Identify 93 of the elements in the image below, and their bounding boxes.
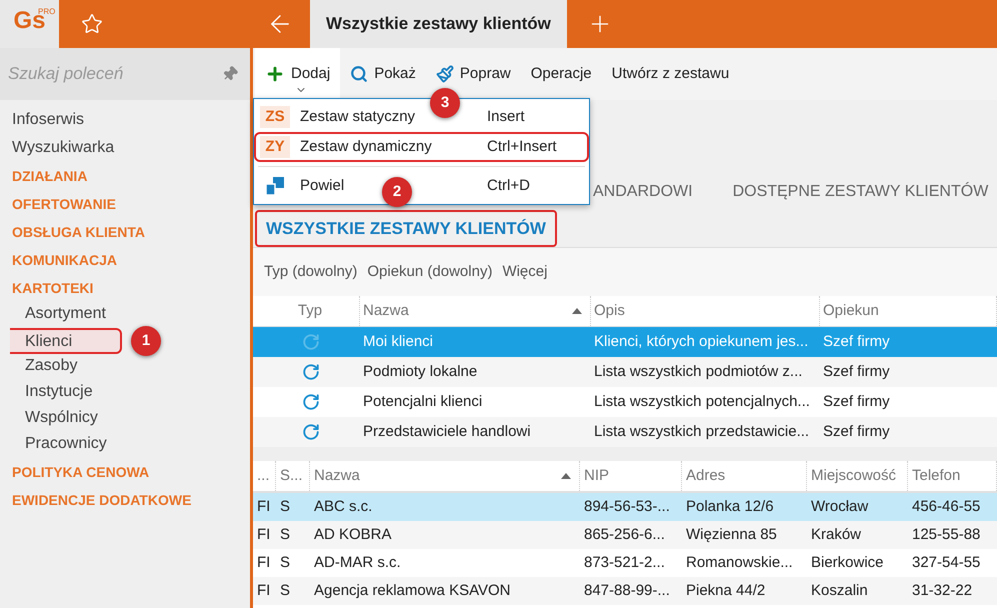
table-cell-text: Wrocław [810, 496, 870, 517]
table-cell-text: FI [256, 552, 272, 573]
table-cell-text: Lista wszystkich podmiotów z... [593, 362, 804, 382]
document-tab[interactable]: Wszystkie zestawy klientów [310, 0, 567, 48]
table-cell-text: AD-MAR s.c. [313, 552, 402, 573]
set-row[interactable]: Podmioty lokalne Lista wszystkich podmiotów z... Szef firmy [253, 357, 997, 387]
column-header[interactable]: ... [257, 464, 270, 488]
table-cell-text: Podmioty lokalne [362, 362, 478, 382]
table-cell-text: 865-256-6... [583, 524, 666, 545]
search-icon [350, 65, 368, 83]
nav-link[interactable]: Instytucje [10, 380, 93, 406]
toolbar-button[interactable]: Pokaż [340, 48, 426, 100]
table-cell-text: Koszalin [810, 580, 869, 601]
dynamic-set-icon [302, 333, 320, 351]
table-cell-text: 456-46-55 [911, 496, 982, 517]
column-header[interactable]: Adres [686, 464, 726, 488]
dynamic-set-icon [302, 423, 320, 441]
table-cell-text: 873-521-2... [583, 552, 666, 573]
nav-link[interactable]: Wspólnicy [10, 406, 98, 432]
filter-link[interactable]: Typ (dowolny) [264, 260, 358, 284]
brush-icon [436, 65, 454, 83]
table-cell-text: FI [256, 496, 272, 517]
nav-link[interactable]: Pracownicy [10, 432, 107, 458]
client-row[interactable]: FI S Agencja reklamowa KSAVON 847-88-99-... Piekna 44/2 Koszalin 31-32-22 [253, 577, 997, 605]
column-header[interactable]: Telefon [912, 464, 960, 488]
view-tab[interactable]: DOSTĘPNE ZESTAWY KLIENTÓW [732, 174, 988, 210]
nav-link[interactable]: Infoserwis [0, 106, 250, 134]
sort-arrow-icon [572, 308, 582, 314]
table-cell-text: FI [256, 580, 272, 601]
toolbar-button[interactable]: Dodaj [255, 48, 340, 100]
table-cell-text: 847-88-99-... [583, 580, 671, 601]
client-row[interactable]: FI S ABC s.c. 894-56-53-... Polanka 12/6 Wrocław 456-46-55 [253, 493, 997, 521]
table-cell-text: Więzienna 85 [685, 524, 778, 545]
sort-arrow-icon [561, 473, 571, 479]
menu-item[interactable]: ZY Zestaw dynamiczny Ctrl+Insert [254, 132, 589, 162]
table-cell-text: Klienci, których opiekunem jes... [593, 332, 810, 352]
column-header[interactable]: Nazwa [314, 464, 360, 488]
view-tab[interactable]: ANDARDOWI [593, 174, 693, 210]
table-cell-text: S [279, 580, 292, 601]
filter-link[interactable]: Opiekun (dowolny) [367, 260, 492, 284]
table-cell-text: Romanowskie... [685, 552, 794, 573]
set-code-icon: ZY [260, 136, 290, 158]
section-heading: WSZYSTKIE ZESTAWY KLIENTÓW [255, 210, 557, 248]
table-cell-text: S [279, 496, 292, 517]
nav-link[interactable]: Klienci [10, 328, 122, 354]
column-header[interactable]: Typ [298, 300, 322, 322]
table-cell-text: 31-32-22 [911, 580, 974, 601]
duplicate-icon [266, 177, 284, 195]
table-cell-text: S [279, 552, 292, 573]
table-cell-text: 894-56-53-... [583, 496, 671, 517]
filter-link[interactable]: Więcej [502, 260, 548, 284]
table-cell-text: Agencja reklamowa KSAVON [313, 580, 512, 601]
column-header[interactable]: NIP [584, 464, 610, 488]
command-search-field[interactable]: Szukaj poleceń [0, 48, 250, 100]
table-cell-text: Szef firmy [822, 422, 891, 442]
table-cell-text: 125-55-88 [911, 524, 982, 545]
table-cell-text: Kraków [810, 524, 862, 545]
app-logo: GsPRO [0, 0, 59, 48]
table-cell-text: Piekna 44/2 [685, 580, 766, 601]
column-header[interactable]: Opiekun [823, 300, 879, 322]
toolbar-button[interactable]: Operacje [520, 48, 602, 100]
search-input[interactable]: Szukaj poleceń [8, 61, 222, 87]
column-header[interactable]: Miejscowość [811, 464, 896, 488]
column-header[interactable]: S... [280, 464, 303, 488]
nav-link[interactable]: Zasoby [10, 354, 78, 380]
step-badge: 3 [430, 88, 460, 118]
table-cell-text: Lista wszystkich przedstawicie... [593, 422, 810, 442]
toolbar-button[interactable]: Utwórz z zestawu [602, 48, 740, 100]
nav-link[interactable]: Wyszukiwarka [0, 134, 250, 162]
dynamic-set-icon [302, 393, 320, 411]
table-cell-text: Szef firmy [822, 362, 891, 382]
table-cell-text: 327-54-55 [911, 552, 982, 573]
table-cell-text: ABC s.c. [313, 496, 374, 517]
table-cell-text: Bierkowice [810, 552, 885, 573]
column-header[interactable]: Opis [594, 300, 625, 322]
nav-link[interactable]: Asortyment [10, 302, 106, 328]
dynamic-set-icon [302, 363, 320, 381]
table-cell-text: AD KOBRA [313, 524, 393, 545]
client-row[interactable]: FI S AD KOBRA 865-256-6... Więzienna 85 Kraków 125-55-88 [253, 521, 997, 549]
table-cell-text: Lista wszystkich potencjalnych... [593, 392, 811, 412]
table-cell-text: Potencjalni klienci [362, 392, 484, 412]
table-cell-text: Moi klienci [362, 332, 434, 352]
plus-icon [265, 64, 285, 84]
table-cell-text: Polanka 12/6 [685, 496, 775, 517]
table-cell-text: S [279, 524, 292, 545]
table-cell-text: Szef firmy [822, 392, 891, 412]
set-code-icon: ZS [260, 106, 290, 128]
step-badge: 1 [131, 326, 161, 356]
set-row[interactable]: Przedstawiciele handlowi Lista wszystkich przedstawicie... Szef firmy [253, 417, 997, 447]
column-header[interactable]: Nazwa [363, 300, 409, 322]
table-cell-text: Szef firmy [822, 332, 891, 352]
table-cell-text: FI [256, 524, 272, 545]
table-cell-text: Przedstawiciele handlowi [362, 422, 532, 442]
